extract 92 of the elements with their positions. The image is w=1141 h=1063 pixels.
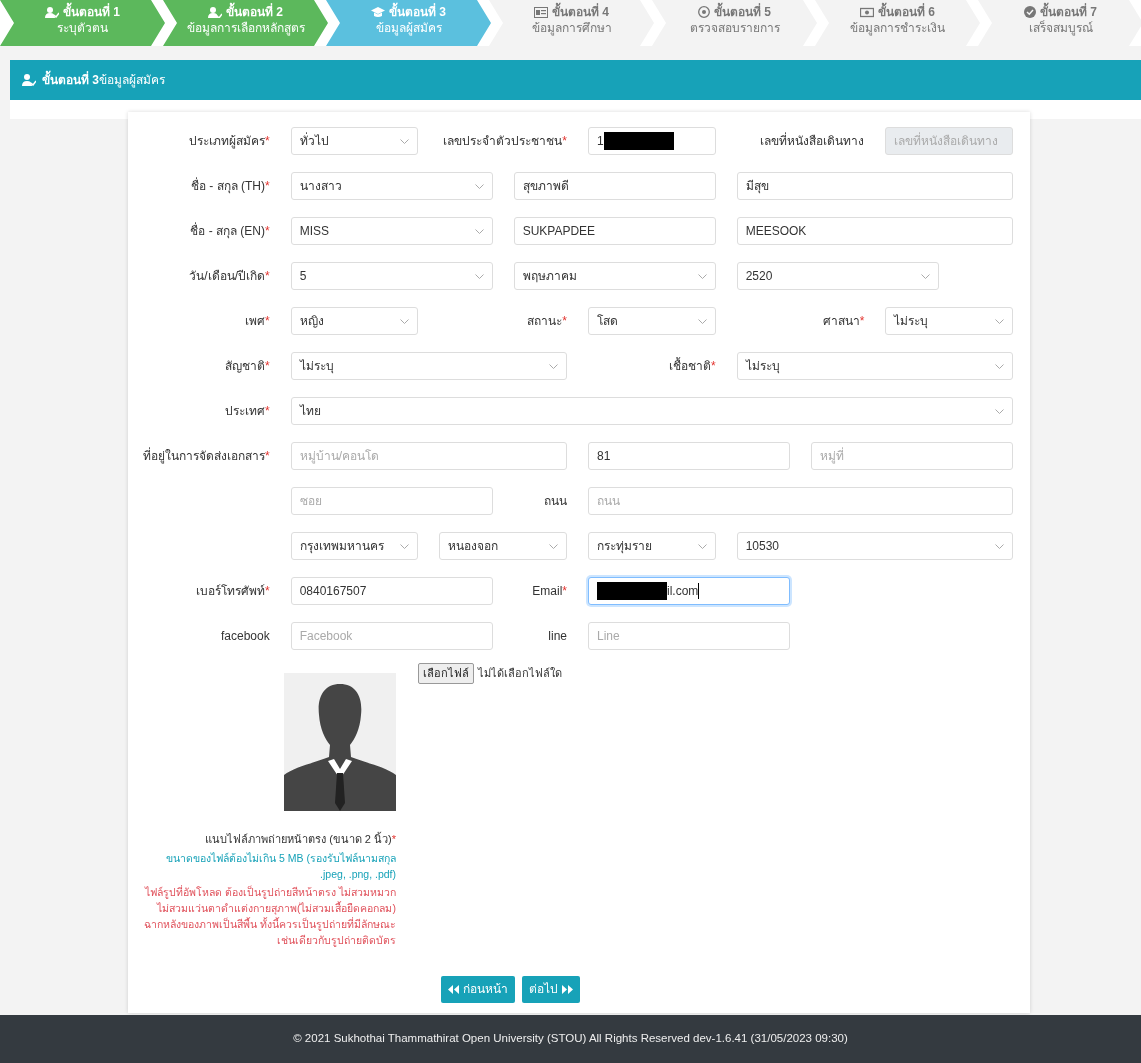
field-label: ประเภทผู้สมัคร* bbox=[189, 133, 270, 150]
chevron-down-icon bbox=[697, 318, 707, 324]
input-field[interactable]: 0840167507 bbox=[290, 577, 493, 605]
chevron-down-icon bbox=[697, 543, 707, 549]
chevron-down-icon bbox=[400, 318, 410, 324]
graduation-cap-icon bbox=[371, 6, 385, 18]
select-field[interactable]: นางสาว bbox=[290, 172, 493, 200]
select-field[interactable]: ไม่ระบุ bbox=[290, 352, 567, 380]
field-label: ถนน bbox=[544, 493, 567, 510]
file-status: ไม่ได้เลือกไฟล์ใด bbox=[478, 665, 562, 681]
select-field[interactable]: โสด bbox=[588, 307, 716, 335]
chevron-down-icon bbox=[400, 138, 410, 144]
step-title: ตรวจสอบรายการ bbox=[689, 20, 780, 36]
user-icon bbox=[22, 74, 36, 86]
step-title: ข้อมูลการเลือกหลักสูตร bbox=[186, 20, 305, 36]
input-field[interactable]: 81 bbox=[588, 442, 790, 470]
chevron-down-icon bbox=[474, 273, 484, 279]
field-label: line bbox=[548, 628, 567, 645]
field-label: เชื้อชาติ* bbox=[669, 357, 716, 375]
select-field[interactable]: หญิง bbox=[290, 307, 419, 335]
text-cursor bbox=[698, 583, 700, 599]
step-title: ข้อมูลผู้สมัคร bbox=[375, 20, 442, 36]
input-field[interactable]: MEESOOK bbox=[736, 217, 1013, 245]
step-number: ขั้นตอนที่ 2 bbox=[226, 4, 283, 20]
select-field[interactable]: กรุงเทพมหานคร bbox=[290, 532, 419, 560]
select-field[interactable]: ไม่ระบุ bbox=[736, 352, 1013, 380]
user-icon bbox=[208, 6, 222, 18]
chevron-down-icon bbox=[995, 318, 1004, 324]
select-field[interactable]: 2520 bbox=[736, 262, 939, 290]
chevron-down-icon bbox=[995, 543, 1004, 549]
step-title: เสร็จสมบูรณ์ bbox=[1028, 20, 1093, 36]
copyright-text: © 2021 Sukhothai Thammathirat Open University (STOU) All Rights Reserved dev-1.6.41 (31/05/2023 09:30) bbox=[293, 1031, 848, 1047]
input-field[interactable]: มีสุข bbox=[736, 172, 1013, 200]
chevron-down-icon bbox=[697, 273, 707, 279]
choose-file-button[interactable]: เลือกไฟล์ bbox=[418, 662, 474, 684]
field-label: ที่อยู่ในการจัดส่งเอกสาร* bbox=[143, 447, 270, 465]
eye-icon bbox=[698, 6, 710, 18]
step-number: ขั้นตอนที่ 7 bbox=[1040, 4, 1097, 20]
step-number: ขั้นตอนที่ 4 bbox=[552, 4, 609, 20]
section-title: ขั้นตอนที่ 3ข้อมูลผู้สมัคร bbox=[42, 71, 165, 89]
select-field[interactable]: กระทุ่มราย bbox=[588, 532, 716, 560]
field-label: วัน/เดือน/ปีเกิด* bbox=[189, 268, 270, 285]
double-right-icon bbox=[562, 984, 573, 994]
photo-caption: แนบไฟล์ภาพถ่ายหน้าตรง (ขนาด 2 นิ้ว)* bbox=[205, 831, 396, 847]
field-label: ชื่อ - สกุล (EN)* bbox=[190, 222, 270, 240]
select-field[interactable]: ไทย bbox=[290, 397, 1013, 425]
photo-rule-note: ไฟล์รูปที่อัพโหลด ต้องเป็นรูปถ่ายสีหน้าตรง ไม่สวมหมวก ไม่สวมแว่นตาดำแต่งกายสุภาพ(ไม่สวมเสื้อยืดคอกลม) ฉากหลังของภาพเป็นสีพื้น ทั้งนี้ควรเป็นรูปถ่ายที่มีลักษณะเช่นเดียวกับรูปถ่ายติดบัตร bbox=[143, 884, 396, 948]
input-field[interactable]: SUKPAPDEE bbox=[513, 217, 716, 245]
field-label: เพศ* bbox=[245, 313, 270, 330]
select-field[interactable]: หนองจอก bbox=[439, 532, 567, 560]
chevron-down-icon bbox=[549, 363, 558, 369]
select-field[interactable]: MISS bbox=[290, 217, 493, 245]
chevron-down-icon bbox=[995, 408, 1004, 414]
step-number: ขั้นตอนที่ 6 bbox=[878, 4, 935, 20]
file-size-note: ขนาดของไฟล์ต้องไม่เกิน 5 MB (รองรับไฟล์นามสกุล .jpeg, .png, .pdf) bbox=[165, 850, 396, 882]
chevron-down-icon bbox=[920, 273, 930, 279]
select-field[interactable]: ไม่ระบุ bbox=[885, 307, 1013, 335]
chevron-down-icon bbox=[995, 363, 1004, 369]
double-left-icon bbox=[448, 984, 459, 994]
money-icon bbox=[860, 6, 874, 18]
field-label: สัญชาติ* bbox=[225, 358, 270, 375]
field-label: Email* bbox=[532, 583, 567, 600]
field-label: เบอร์โทรศัพท์* bbox=[196, 583, 270, 600]
redaction-bar bbox=[603, 132, 674, 150]
field-label: สถานะ* bbox=[527, 313, 567, 330]
chevron-down-icon bbox=[474, 228, 484, 234]
chevron-down-icon bbox=[549, 543, 558, 549]
input-field[interactable]: สุขภาพดี bbox=[513, 172, 716, 200]
step-number: ขั้นตอนที่ 3 bbox=[389, 4, 446, 20]
select-field[interactable]: 5 bbox=[290, 262, 493, 290]
step-number: ขั้นตอนที่ 5 bbox=[714, 4, 771, 20]
step-title: ข้อมูลการศึกษา bbox=[531, 20, 612, 36]
field-label: ประเทศ* bbox=[225, 403, 270, 420]
field-label: ชื่อ - สกุล (TH)* bbox=[191, 177, 270, 195]
select-field[interactable]: ทั่วไป bbox=[290, 127, 419, 155]
check-circle-icon bbox=[1024, 6, 1036, 18]
field-label: ศาสนา* bbox=[822, 313, 865, 330]
input-field[interactable]: 1 bbox=[588, 127, 716, 155]
field-label: facebook bbox=[220, 628, 270, 645]
select-field[interactable]: 10530 bbox=[736, 532, 1013, 560]
chevron-down-icon bbox=[474, 183, 484, 189]
select-field[interactable]: พฤษภาคม bbox=[513, 262, 716, 290]
input-field[interactable]: il.com bbox=[588, 577, 790, 605]
id-card-icon bbox=[534, 6, 548, 18]
field-label: เลขประจำตัวประชาชน* bbox=[443, 133, 567, 150]
step-title: ระบุตัวตน bbox=[57, 20, 108, 36]
step-number: ขั้นตอนที่ 1 bbox=[63, 4, 120, 20]
redaction-bar bbox=[597, 582, 667, 600]
chevron-down-icon bbox=[400, 543, 410, 549]
step-title: ข้อมูลการชำระเงิน bbox=[850, 20, 945, 36]
user-check-icon bbox=[45, 6, 59, 18]
field-label: เลขที่หนังสือเดินทาง bbox=[760, 132, 865, 150]
